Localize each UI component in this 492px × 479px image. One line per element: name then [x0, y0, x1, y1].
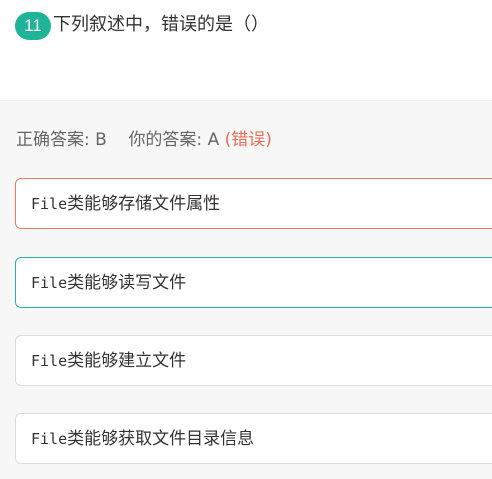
- question-number-badge: 11: [15, 12, 51, 40]
- option-d-label: File类能够获取文件目录信息: [31, 429, 255, 449]
- answer-verdict: (错误): [224, 130, 272, 150]
- question-text: 下列叙述中，错误的是（）: [53, 14, 269, 35]
- question-header: 11 下列叙述中，错误的是（）: [0, 0, 492, 100]
- correct-answer-label: 正确答案:: [16, 130, 90, 150]
- your-answer-label: 你的答案:: [128, 130, 203, 150]
- your-answer-value: A: [207, 130, 220, 150]
- option-a-label: File类能够存储文件属性: [31, 194, 221, 214]
- answer-area: 正确答案: B 你的答案: A (错误) File类能够存储文件属性 File类…: [0, 100, 492, 479]
- correct-answer-value: B: [95, 130, 107, 150]
- option-c[interactable]: File类能够建立文件: [15, 335, 492, 386]
- answer-summary: 正确答案: B 你的答案: A (错误): [16, 129, 272, 151]
- option-b-label: File类能够读写文件: [31, 273, 187, 293]
- option-a[interactable]: File类能够存储文件属性: [15, 178, 492, 229]
- option-b[interactable]: File类能够读写文件: [15, 257, 492, 308]
- option-d[interactable]: File类能够获取文件目录信息: [15, 413, 492, 464]
- option-c-label: File类能够建立文件: [31, 351, 187, 371]
